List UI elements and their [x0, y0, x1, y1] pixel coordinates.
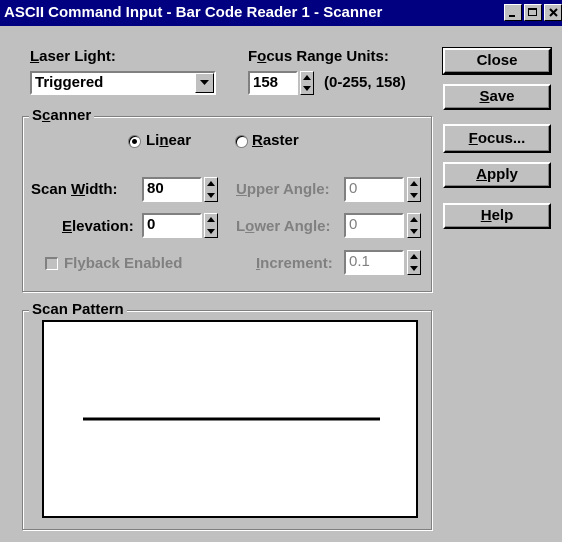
help-button[interactable]: Help: [443, 203, 551, 229]
upper-angle-spinner: [407, 177, 421, 202]
spin-up-icon: [410, 254, 418, 260]
scanner-dialog-window: ASCII Command Input - Bar Code Reader 1 …: [0, 0, 562, 542]
upper-angle-label: Upper Angle:: [236, 181, 330, 198]
spin-down-icon[interactable]: [303, 86, 311, 91]
increment-label: Increment:: [256, 255, 333, 272]
spin-up-icon: [410, 217, 418, 223]
focus-button[interactable]: Focus...: [443, 124, 551, 153]
lower-angle-spinner: [407, 213, 421, 238]
increment-input: 0.1: [344, 250, 404, 275]
close-icon[interactable]: [544, 4, 562, 21]
upper-angle-value: 0: [349, 180, 358, 197]
spin-up-icon: [410, 181, 418, 187]
spin-down-icon[interactable]: [207, 228, 215, 234]
lower-angle-value: 0: [349, 216, 358, 233]
spin-up-icon[interactable]: [207, 217, 215, 223]
spin-up-icon[interactable]: [303, 75, 311, 80]
lower-angle-input: 0: [344, 213, 404, 238]
elevation-value: 0: [147, 216, 156, 233]
spin-down-icon: [410, 192, 418, 198]
elevation-label: Elevation:: [62, 218, 134, 235]
focus-range-value: 158: [253, 74, 279, 91]
raster-radio-label[interactable]: Raster: [252, 132, 299, 149]
title-bar[interactable]: ASCII Command Input - Bar Code Reader 1 …: [0, 0, 562, 26]
scan-pattern-preview: [83, 417, 380, 421]
focus-range-label: Focus Range Units:: [248, 48, 389, 65]
window-controls: [500, 4, 562, 22]
increment-spinner: [407, 250, 421, 275]
laser-light-select[interactable]: Triggered: [30, 71, 216, 95]
increment-value: 0.1: [349, 253, 370, 270]
elevation-input[interactable]: 0: [142, 213, 202, 238]
spin-down-icon[interactable]: [207, 192, 215, 198]
flyback-label: Flyback Enabled: [64, 255, 183, 272]
linear-radio[interactable]: [128, 135, 141, 148]
minimize-icon[interactable]: [504, 4, 522, 21]
scan-width-label: Scan Width:: [31, 181, 118, 198]
raster-radio[interactable]: [235, 135, 248, 148]
spin-down-icon: [410, 228, 418, 234]
laser-light-label: Laser Light:: [30, 48, 116, 65]
save-button[interactable]: Save: [443, 84, 551, 110]
scan-width-spinner[interactable]: [204, 177, 218, 202]
focus-range-input[interactable]: 158: [248, 71, 298, 95]
linear-radio-label[interactable]: Linear: [146, 132, 191, 149]
close-button[interactable]: Close: [442, 47, 552, 75]
scan-pattern-label: Scan Pattern: [29, 302, 127, 318]
spin-down-icon: [410, 265, 418, 271]
apply-button[interactable]: Apply: [443, 162, 551, 188]
laser-light-value: Triggered: [35, 74, 104, 91]
window-title: ASCII Command Input - Bar Code Reader 1 …: [4, 4, 383, 21]
scanner-group-label: Scanner: [29, 108, 95, 124]
flyback-checkbox: [45, 257, 58, 270]
scan-width-input[interactable]: 80: [142, 177, 202, 202]
focus-range-spinner[interactable]: [300, 71, 314, 95]
spin-up-icon[interactable]: [207, 181, 215, 187]
lower-angle-label: Lower Angle:: [236, 218, 331, 235]
dropdown-arrow-icon[interactable]: [195, 73, 214, 93]
scan-width-value: 80: [147, 180, 164, 197]
scan-pattern-canvas: [42, 320, 418, 518]
upper-angle-input: 0: [344, 177, 404, 202]
focus-range-hint: (0-255, 158): [324, 74, 406, 91]
elevation-spinner[interactable]: [204, 213, 218, 238]
maximize-icon[interactable]: [524, 4, 542, 21]
